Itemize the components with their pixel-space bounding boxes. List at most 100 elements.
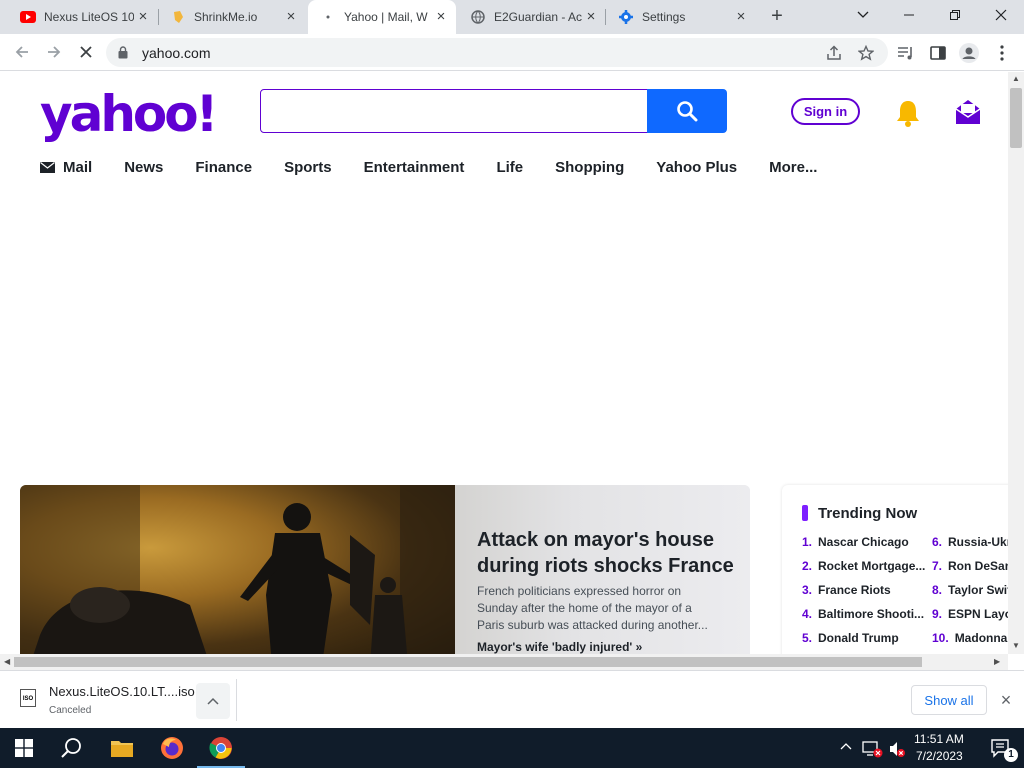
trending-rank: 10. — [932, 631, 949, 645]
download-file-name[interactable]: Nexus.LiteOS.10.LT....iso — [49, 684, 195, 699]
chrome-icon — [209, 737, 232, 759]
search-icon — [61, 738, 81, 758]
horizontal-scroll-thumb[interactable] — [14, 657, 922, 667]
media-control-icon[interactable] — [895, 42, 917, 64]
notification-count-badge: 1 — [1004, 748, 1018, 762]
trending-item[interactable]: 7. Ron DeSan — [932, 559, 1008, 573]
chevron-up-icon[interactable] — [840, 740, 852, 754]
hero-related-link[interactable]: Mayor's wife 'badly injured' » — [477, 640, 642, 654]
bell-icon[interactable] — [894, 98, 922, 128]
vertical-scrollbar[interactable] — [1008, 72, 1024, 654]
nav-finance[interactable]: Finance — [195, 159, 252, 176]
chevron-down-icon — [857, 11, 869, 18]
tab-search-button[interactable] — [840, 0, 886, 30]
scroll-up-arrow-icon[interactable]: ▲ — [1012, 74, 1020, 83]
more-vert-icon[interactable] — [991, 42, 1013, 64]
stop-loading-button[interactable] — [74, 40, 98, 64]
nav-news[interactable]: News — [124, 159, 163, 176]
close-window-button[interactable] — [978, 0, 1024, 30]
lock-icon — [118, 46, 128, 59]
scroll-right-arrow-icon[interactable]: ▶ — [994, 657, 1000, 666]
close-icon[interactable]: × — [136, 9, 150, 24]
trending-rank: 2. — [802, 559, 813, 573]
star-icon[interactable] — [856, 44, 876, 62]
yahoo-logo[interactable]: yahoo! — [40, 86, 218, 142]
network-disconnected-icon[interactable] — [862, 740, 884, 761]
trending-item[interactable]: 10. Madonna — [932, 631, 1008, 645]
hero-summary: French politicians expressed horror on S… — [477, 584, 708, 632]
volume-muted-icon[interactable] — [888, 740, 906, 761]
youtube-icon — [20, 9, 36, 25]
trending-item[interactable]: 2. Rocket Mortgage... — [802, 559, 926, 573]
new-tab-button[interactable]: + — [766, 5, 788, 27]
trending-label: Nascar Chicago — [818, 535, 909, 549]
scroll-down-arrow-icon[interactable]: ▼ — [1012, 641, 1020, 650]
tab-strip: Nexus LiteOS 10 × ShrinkMe.io × Yahoo | … — [0, 0, 1024, 34]
nav-shopping[interactable]: Shopping — [555, 159, 624, 176]
yahoo-nav: Mail News Finance Sports Entertainment L… — [40, 156, 849, 178]
tab-settings[interactable]: Settings × — [606, 0, 756, 34]
sign-in-button[interactable]: Sign in — [791, 98, 860, 125]
trending-label: Taylor Swif — [948, 583, 1008, 597]
address-bar[interactable]: yahoo.com — [106, 38, 888, 67]
minimize-button[interactable] — [886, 0, 932, 30]
chrome-button[interactable] — [197, 728, 245, 768]
trending-item[interactable]: 3. France Riots — [802, 583, 922, 597]
nav-mail[interactable]: Mail — [40, 159, 92, 176]
close-icon[interactable]: × — [734, 9, 748, 24]
back-button[interactable] — [10, 40, 34, 64]
trending-item[interactable]: 8. Taylor Swif — [932, 583, 1008, 597]
show-all-downloads-button[interactable]: Show all — [911, 685, 987, 715]
profile-avatar-icon[interactable] — [958, 42, 980, 64]
file-explorer-button[interactable] — [98, 728, 146, 768]
search-button[interactable] — [647, 89, 727, 133]
hero-headline[interactable]: Attack on mayor's house during riots sho… — [477, 527, 737, 579]
start-button[interactable] — [0, 728, 48, 768]
restore-button[interactable] — [932, 0, 978, 30]
trending-item[interactable]: 9. ESPN Layo — [932, 607, 1008, 621]
download-options-button[interactable] — [196, 683, 230, 719]
search-input[interactable] — [260, 89, 648, 133]
close-shelf-button[interactable]: × — [996, 690, 1016, 710]
tab-e2guardian[interactable]: E2Guardian - Ac × — [458, 0, 606, 34]
action-center-button[interactable]: 1 — [976, 728, 1024, 768]
share-icon[interactable] — [824, 44, 844, 62]
trending-label: Donald Trump — [818, 631, 899, 645]
trending-rank: 8. — [932, 583, 943, 597]
hero-story[interactable]: Attack on mayor's house during riots sho… — [20, 485, 750, 654]
nav-sports[interactable]: Sports — [284, 159, 332, 176]
trending-label: ESPN Layo — [948, 607, 1008, 621]
side-panel-icon[interactable] — [927, 42, 949, 64]
tab-title: Yahoo | Mail, W — [344, 10, 428, 24]
nav-yahoo-plus[interactable]: Yahoo Plus — [656, 159, 737, 176]
nav-life[interactable]: Life — [496, 159, 523, 176]
trending-label: France Riots — [818, 583, 891, 597]
trending-item[interactable]: 1. Nascar Chicago — [802, 535, 922, 549]
trending-accent-bar — [802, 505, 808, 521]
trending-item[interactable]: 5. Donald Trump — [802, 631, 922, 645]
tab-nexus-liteos[interactable]: Nexus LiteOS 10 × — [8, 0, 158, 34]
loading-icon — [320, 9, 336, 25]
trending-item[interactable]: 4. Baltimore Shooti... — [802, 607, 926, 621]
taskbar-search-button[interactable] — [48, 728, 96, 768]
close-icon[interactable]: × — [434, 9, 448, 24]
tab-yahoo[interactable]: Yahoo | Mail, W × — [308, 0, 456, 34]
arrow-left-icon — [15, 46, 28, 58]
vertical-scroll-thumb[interactable] — [1010, 88, 1022, 148]
close-icon[interactable]: × — [284, 9, 298, 24]
trending-heading: Trending Now — [818, 505, 918, 522]
clock-time[interactable]: 11:51 AM — [914, 732, 964, 746]
trending-item[interactable]: 6. Russia-Ukr — [932, 535, 1008, 549]
restore-icon — [950, 10, 960, 20]
firefox-button[interactable] — [148, 728, 196, 768]
scroll-left-arrow-icon[interactable]: ◀ — [4, 657, 10, 666]
mail-icon — [40, 161, 55, 173]
close-icon[interactable]: × — [584, 9, 598, 24]
clock-date[interactable]: 7/2/2023 — [916, 749, 963, 763]
forward-button[interactable] — [42, 40, 66, 64]
tab-title: ShrinkMe.io — [194, 10, 258, 24]
mail-envelope-icon[interactable] — [954, 98, 982, 126]
nav-entertainment[interactable]: Entertainment — [364, 159, 465, 176]
tab-shrinkme[interactable]: ShrinkMe.io × — [158, 0, 306, 34]
nav-more[interactable]: More... — [769, 159, 817, 176]
